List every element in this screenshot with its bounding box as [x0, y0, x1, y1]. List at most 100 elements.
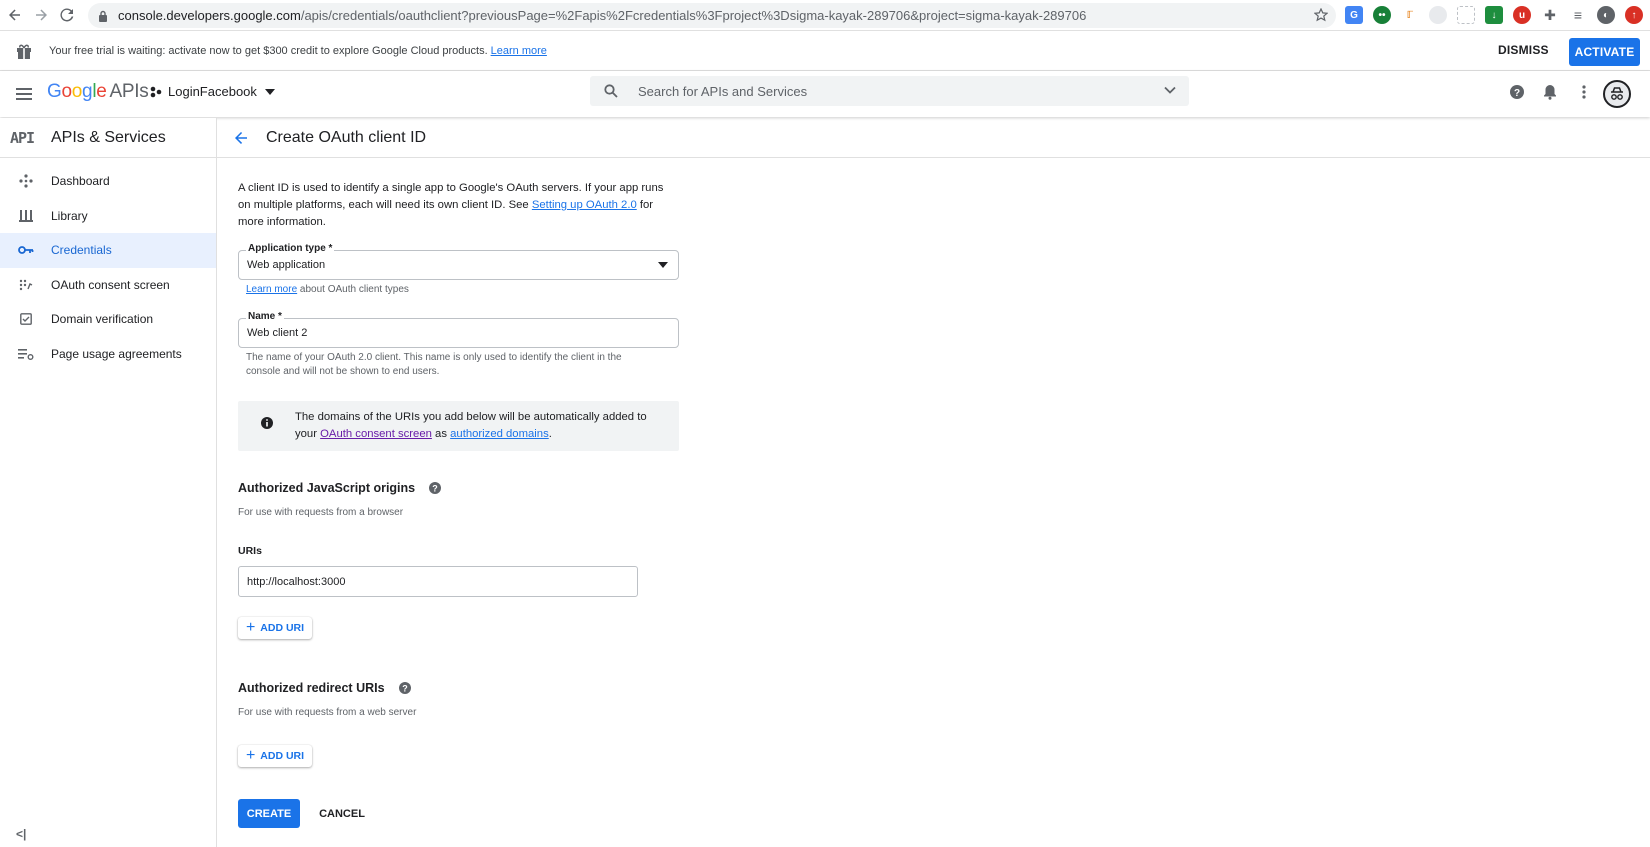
name-label: Name *	[246, 311, 284, 322]
browser-toolbar: console.developers.google.com/apis/crede…	[0, 0, 1650, 31]
help-icon[interactable]: ?	[398, 681, 412, 695]
cancel-button[interactable]: CANCEL	[317, 799, 367, 828]
media-queue-icon[interactable]: ≡	[1569, 6, 1587, 24]
extension-grey-icon[interactable]	[1429, 6, 1447, 24]
sidebar-item-dashboard[interactable]: Dashboard	[0, 164, 216, 199]
application-type-help: Learn more about OAuth client types	[246, 283, 409, 297]
page-title: Create OAuth client ID	[266, 128, 427, 146]
url-text: console.developers.google.com/apis/crede…	[118, 8, 1086, 23]
back-arrow-icon[interactable]	[233, 130, 249, 146]
key-icon	[0, 245, 51, 255]
application-type-label: Application type *	[246, 243, 335, 254]
sidebar-item-label: Domain verification	[51, 312, 154, 327]
domains-info-box: The domains of the URIs you add below wi…	[238, 401, 679, 451]
application-type-value: Web application	[247, 259, 326, 271]
notifications-bell-icon[interactable]	[1541, 83, 1559, 101]
dashboard-icon	[0, 174, 51, 188]
setting-up-oauth-link[interactable]: Setting up OAuth 2.0	[532, 199, 637, 211]
google-apis-logo[interactable]: Google APIs	[47, 81, 149, 103]
name-value: Web client 2	[247, 327, 308, 339]
dropdown-caret-icon	[264, 88, 275, 95]
oauth-consent-screen-link[interactable]: OAuth consent screen	[320, 428, 432, 440]
translate-extension-icon[interactable]: G	[1345, 6, 1363, 24]
sidebar-item-domain-verification[interactable]: Domain verification	[0, 302, 216, 337]
plus-icon: +	[245, 747, 256, 764]
sidebar-item-label: OAuth consent screen	[51, 277, 170, 292]
extension-dotted-icon[interactable]	[1457, 6, 1475, 24]
sidebar-item-credentials[interactable]: Credentials	[0, 233, 216, 268]
dismiss-button[interactable]: DISMISS	[1498, 43, 1549, 57]
svg-text:?: ?	[432, 484, 438, 494]
reload-icon[interactable]	[54, 2, 80, 28]
sidebar-title: APIs & Services	[51, 128, 166, 146]
uris-label: URIs	[238, 545, 262, 557]
back-icon[interactable]	[2, 2, 28, 28]
free-trial-banner: Your free trial is waiting: activate now…	[0, 31, 1650, 71]
app-header: GoogleAPIs LoginFacebook ?	[0, 71, 1650, 117]
trial-message: Your free trial is waiting: activate now…	[49, 45, 547, 57]
address-bar[interactable]: console.developers.google.com/apis/crede…	[88, 3, 1336, 28]
logo-letter: g	[82, 81, 93, 102]
sidebar-item-label: Dashboard	[51, 174, 110, 189]
authorized-domains-link[interactable]: authorized domains	[450, 428, 549, 440]
trial-text: Your free trial is waiting: activate now…	[49, 44, 488, 57]
project-name: LoginFacebook	[168, 84, 257, 99]
add-js-origin-uri-button[interactable]: + ADD URI	[238, 617, 312, 639]
bookmark-star-icon[interactable]	[1314, 8, 1328, 22]
search-icon	[604, 84, 618, 98]
url-host: console.developers.google.com	[118, 8, 301, 23]
info-part: .	[548, 428, 552, 440]
incognito-profile-icon[interactable]: ◐	[1597, 6, 1615, 24]
extension-green-icon[interactable]: ••	[1373, 6, 1391, 24]
svg-text:?: ?	[1514, 88, 1520, 99]
gift-icon	[15, 42, 33, 60]
dropdown-caret-icon	[658, 262, 668, 268]
application-type-select[interactable]: Application type * Web application	[238, 243, 679, 280]
add-uri-label: ADD URI	[260, 622, 305, 634]
puzzle-extensions-icon[interactable]: ✚	[1541, 6, 1559, 24]
collapse-sidebar-icon[interactable]: <|	[16, 827, 26, 841]
redirect-uris-heading: Authorized redirect URIs ?	[238, 681, 412, 695]
forward-icon[interactable]	[28, 2, 54, 28]
activate-button[interactable]: ACTIVATE	[1569, 38, 1640, 66]
logo-letter: o	[61, 81, 72, 102]
update-alert-icon[interactable]: ↑	[1625, 6, 1643, 24]
help-icon[interactable]: ?	[1508, 83, 1526, 101]
js-origins-subtitle: For use with requests from a browser	[238, 507, 404, 518]
sidebar-item-oauth-consent[interactable]: OAuth consent screen	[0, 268, 216, 303]
extension-orange-icon[interactable]: ℾ	[1401, 6, 1419, 24]
more-vert-icon[interactable]	[1575, 83, 1593, 101]
chevron-down-icon[interactable]	[1163, 83, 1177, 97]
account-avatar[interactable]	[1603, 80, 1631, 108]
sidebar-header: API APIs & Services	[0, 118, 216, 158]
logo-apis-text: APIs	[109, 81, 149, 102]
project-selector[interactable]: LoginFacebook	[150, 84, 275, 99]
lock-icon	[98, 10, 108, 22]
ublock-extension-icon[interactable]: u	[1513, 6, 1531, 24]
info-part: as	[435, 428, 447, 440]
search-input[interactable]	[638, 83, 1138, 99]
page-header: Create OAuth client ID	[217, 118, 1650, 158]
project-icon	[150, 86, 162, 98]
logo-letter: o	[71, 81, 83, 102]
uri-input[interactable]	[238, 566, 638, 597]
js-origins-title: Authorized JavaScript origins	[238, 481, 416, 495]
info-icon	[260, 416, 274, 430]
create-button[interactable]: CREATE	[238, 799, 300, 828]
name-field[interactable]: Name * Web client 2	[238, 311, 679, 348]
main-menu-icon[interactable]	[14, 84, 34, 104]
checkbox-icon	[0, 313, 51, 326]
add-redirect-uri-button[interactable]: + ADD URI	[238, 745, 312, 767]
redirect-uris-subtitle: For use with requests from a web server	[238, 707, 417, 718]
help-icon[interactable]: ?	[428, 481, 442, 495]
search-bar	[590, 76, 1189, 106]
sidebar-nav: Dashboard Library Credentials OAuth cons…	[0, 164, 216, 371]
learn-more-link[interactable]: Learn more	[491, 45, 547, 57]
sidebar-item-library[interactable]: Library	[0, 199, 216, 234]
sidebar-item-page-usage[interactable]: Page usage agreements	[0, 337, 216, 372]
help-text-part: about OAuth client types	[299, 284, 409, 295]
consent-icon	[0, 278, 51, 292]
url-path: /apis/credentials/oauthclient?previousPa…	[300, 8, 1087, 23]
learn-more-client-types-link[interactable]: Learn more	[246, 284, 297, 295]
download-extension-icon[interactable]: ↓	[1485, 6, 1503, 24]
